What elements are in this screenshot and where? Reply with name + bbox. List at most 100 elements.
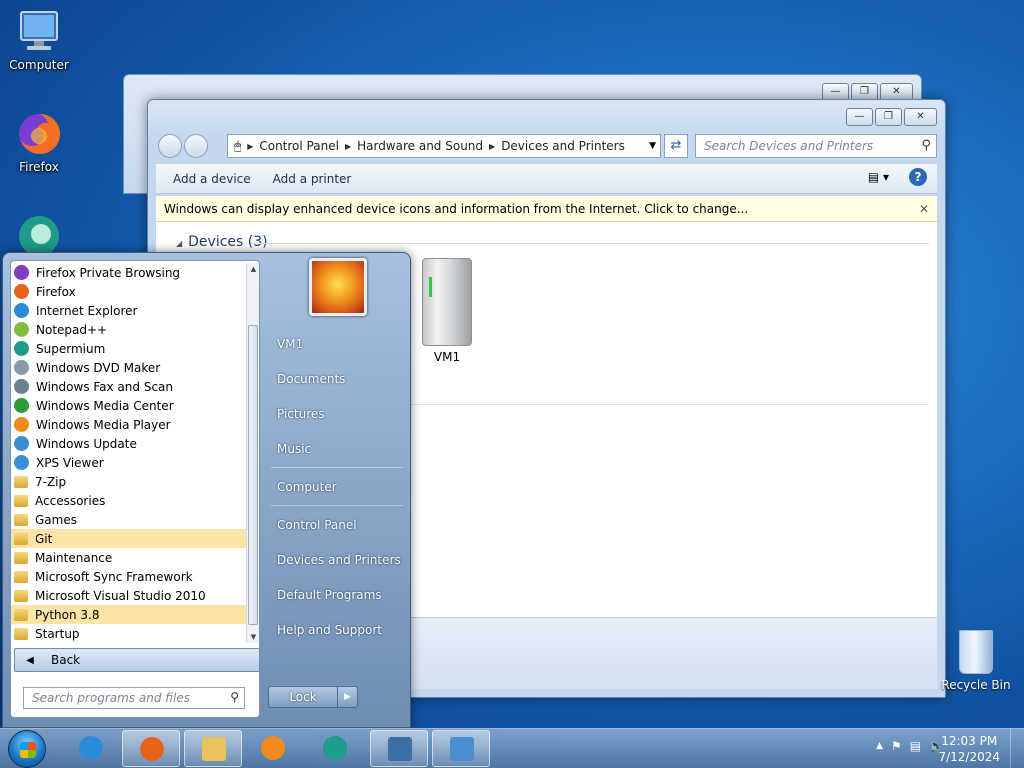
all-programs-list: Firefox Private Browsing Firefox Internet … xyxy=(11,263,247,643)
device-item-vm1[interactable]: VM1 xyxy=(412,258,482,364)
program-item[interactable]: XPS Viewer xyxy=(11,453,247,472)
desktop-icon-recycle-bin[interactable]: Recycle Bin xyxy=(940,630,1012,692)
computer-tower-icon xyxy=(422,258,472,346)
breadcrumb-separator-icon: ▶ xyxy=(489,141,496,151)
navigation-bar: 🖱 ▶ Control Panel ▶ Hardware and Sound ▶… xyxy=(156,133,937,159)
show-hidden-icons-icon[interactable]: ▲ xyxy=(876,741,883,751)
start-menu: Firefox Private Browsing Firefox Internet … xyxy=(2,252,411,728)
scroll-up-icon[interactable]: ▲ xyxy=(247,263,260,275)
system-clock[interactable]: 12:03 PM 7/12/2024 xyxy=(938,733,1000,765)
start-search-input[interactable]: Search programs and files ⚲ xyxy=(23,687,245,709)
desktop-icon-firefox[interactable]: Firefox xyxy=(1,110,77,174)
program-label: Supermium xyxy=(36,341,106,356)
start-link-help-and-support[interactable]: Help and Support xyxy=(277,623,382,637)
fax-icon xyxy=(14,379,29,394)
start-link-devices-and-printers[interactable]: Devices and Printers xyxy=(277,553,401,567)
taskbar-app-button[interactable] xyxy=(432,730,490,767)
program-item[interactable]: Microsoft Visual Studio 2010 xyxy=(11,586,247,605)
forward-nav-button[interactable] xyxy=(184,134,208,158)
show-desktop-button[interactable] xyxy=(1010,729,1024,768)
program-item[interactable]: Accessories xyxy=(11,491,247,510)
program-item[interactable]: Firefox Private Browsing xyxy=(11,263,247,282)
network-icon[interactable]: ▤ xyxy=(910,739,921,753)
action-center-flag-icon[interactable]: ⚑ xyxy=(891,739,902,753)
program-label: Python 3.8 xyxy=(35,607,100,622)
refresh-button[interactable]: ⇄ xyxy=(664,134,688,158)
program-item[interactable]: Internet Explorer xyxy=(11,301,247,320)
program-item[interactable]: Microsoft Sync Framework xyxy=(11,567,247,586)
search-icon[interactable]: ⚲ xyxy=(921,138,931,153)
taskbar-app-button[interactable] xyxy=(122,730,180,767)
taskbar-app-button[interactable] xyxy=(306,730,364,767)
taskbar-app-button[interactable] xyxy=(244,730,302,767)
program-item[interactable]: Supermium xyxy=(11,339,247,358)
start-link-user[interactable]: VM1 xyxy=(277,337,303,351)
start-link-pictures[interactable]: Pictures xyxy=(277,407,325,421)
scroll-down-icon[interactable]: ▼ xyxy=(247,631,260,643)
scrollbar-thumb[interactable] xyxy=(248,325,258,625)
folder-icon xyxy=(14,608,28,621)
taskbar: ▲ ⚑ ▤ 🔈 12:03 PM 7/12/2024 xyxy=(0,728,1024,768)
program-label: Windows DVD Maker xyxy=(36,360,161,375)
taskbar-app-button[interactable] xyxy=(184,730,242,767)
firefox-icon xyxy=(15,110,63,158)
info-bar[interactable]: Windows can display enhanced device icon… xyxy=(156,196,937,222)
desktop-icon-label: Computer xyxy=(9,58,69,72)
program-label: XPS Viewer xyxy=(36,455,104,470)
start-link-computer[interactable]: Computer xyxy=(277,480,337,494)
start-button[interactable] xyxy=(8,730,46,768)
program-item[interactable]: Windows Fax and Scan xyxy=(11,377,247,396)
program-item[interactable]: Maintenance xyxy=(11,548,247,567)
power-options-arrow-icon[interactable]: ▶ xyxy=(337,687,357,707)
program-label: 7-Zip xyxy=(35,474,67,489)
user-avatar[interactable] xyxy=(309,258,367,316)
folder-icon xyxy=(14,551,28,564)
taskbar-app-button[interactable] xyxy=(370,730,428,767)
group-header-devices[interactable]: ◢ Devices (3) xyxy=(176,234,268,250)
restore-button[interactable]: ❐ xyxy=(875,108,902,126)
search-icon[interactable]: ⚲ xyxy=(230,690,239,704)
start-link-documents[interactable]: Documents xyxy=(277,372,345,386)
control-panel-icon xyxy=(450,737,474,761)
address-dropdown-icon[interactable]: ▼ xyxy=(649,141,656,151)
breadcrumb-control-panel[interactable]: Control Panel xyxy=(259,139,339,153)
program-label: Accessories xyxy=(35,493,106,508)
collapse-arrow-icon[interactable]: ◢ xyxy=(176,239,182,248)
program-item[interactable]: Windows Media Player xyxy=(11,415,247,434)
media-player-icon xyxy=(14,417,29,432)
taskbar-app-button[interactable] xyxy=(62,730,120,767)
program-item[interactable]: Git xyxy=(11,529,247,548)
back-button[interactable]: ◀ Back xyxy=(14,648,260,672)
breadcrumb-hardware-and-sound[interactable]: Hardware and Sound xyxy=(357,139,483,153)
address-bar[interactable]: 🖱 ▶ Control Panel ▶ Hardware and Sound ▶… xyxy=(227,134,661,158)
program-item[interactable]: Startup xyxy=(11,624,247,643)
breadcrumb-devices-and-printers[interactable]: Devices and Printers xyxy=(501,139,625,153)
back-label: Back xyxy=(51,653,81,667)
start-link-music[interactable]: Music xyxy=(277,442,311,456)
start-link-control-panel[interactable]: Control Panel xyxy=(277,518,357,532)
help-icon[interactable]: ? xyxy=(909,168,927,186)
lock-button[interactable]: Lock ▶ xyxy=(268,686,358,708)
close-button[interactable]: ✕ xyxy=(904,108,937,126)
supermium-icon xyxy=(323,736,347,760)
view-options-icon[interactable]: ▤ ▾ xyxy=(868,170,889,184)
search-devices-input[interactable]: Search Devices and Printers ⚲ xyxy=(695,134,937,158)
program-item[interactable]: Notepad++ xyxy=(11,320,247,339)
program-item[interactable]: Windows Media Center xyxy=(11,396,247,415)
program-item[interactable]: Python 3.8 xyxy=(11,605,247,624)
add-device-button[interactable]: Add a device xyxy=(164,172,260,186)
program-item[interactable]: Windows DVD Maker xyxy=(11,358,247,377)
start-link-default-programs[interactable]: Default Programs xyxy=(277,588,382,602)
program-item[interactable]: Firefox xyxy=(11,282,247,301)
desktop-icon-computer[interactable]: Computer xyxy=(1,8,77,72)
program-item[interactable]: 7-Zip xyxy=(11,472,247,491)
program-item[interactable]: Windows Update xyxy=(11,434,247,453)
programs-scrollbar[interactable]: ▲ ▼ xyxy=(246,263,259,643)
clock-date: 7/12/2024 xyxy=(938,750,1000,764)
minimize-button[interactable]: — xyxy=(846,108,873,126)
program-item[interactable]: Games xyxy=(11,510,247,529)
back-nav-button[interactable] xyxy=(158,134,182,158)
add-printer-button[interactable]: Add a printer xyxy=(264,172,361,186)
close-icon[interactable]: ✕ xyxy=(919,202,929,216)
control-panel-icon: 🖱 xyxy=(234,138,242,153)
